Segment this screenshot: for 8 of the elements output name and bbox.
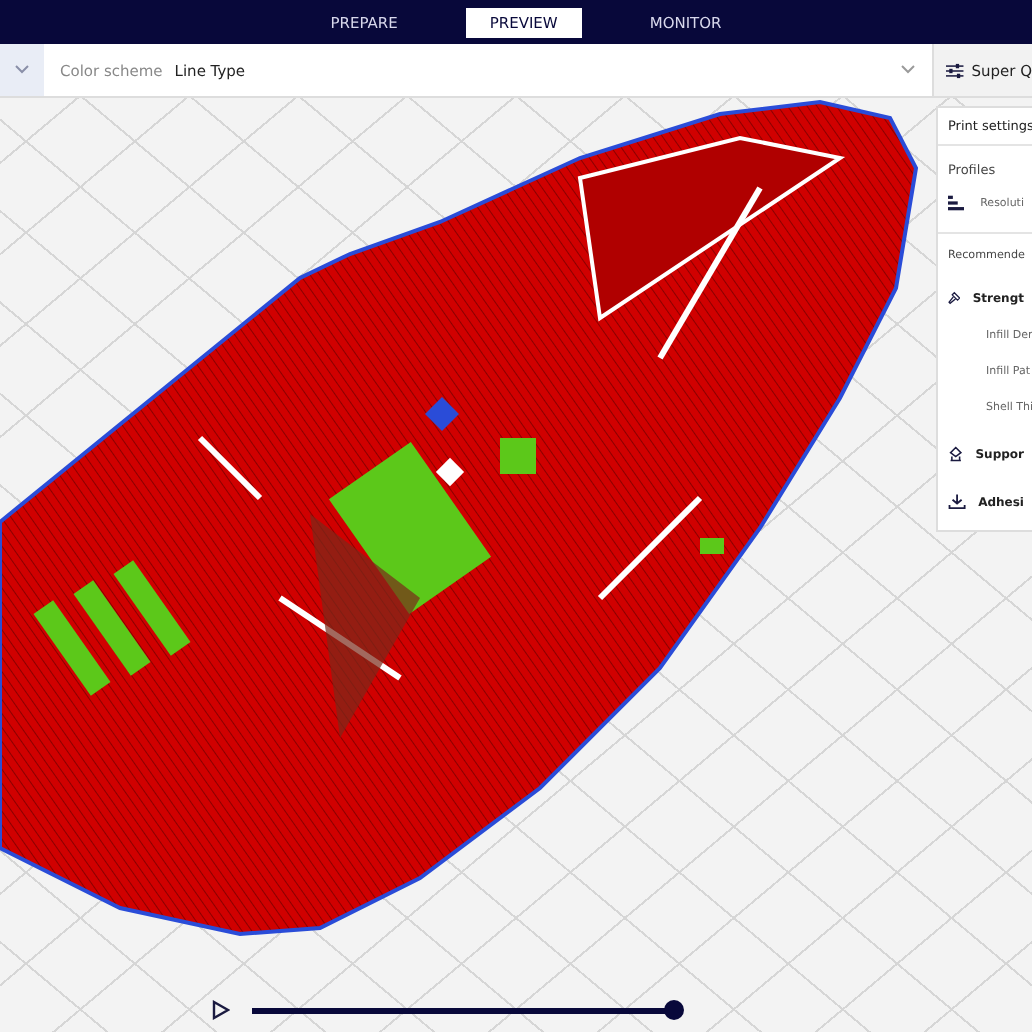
play-icon[interactable] xyxy=(212,1000,230,1020)
chevron-down-icon xyxy=(900,64,916,76)
download-icon xyxy=(948,490,967,514)
slider-handle[interactable] xyxy=(664,1000,684,1020)
support-icon xyxy=(948,442,964,466)
chevron-down-icon xyxy=(14,64,30,76)
bars-icon xyxy=(948,194,965,212)
hammer-icon xyxy=(948,286,961,310)
